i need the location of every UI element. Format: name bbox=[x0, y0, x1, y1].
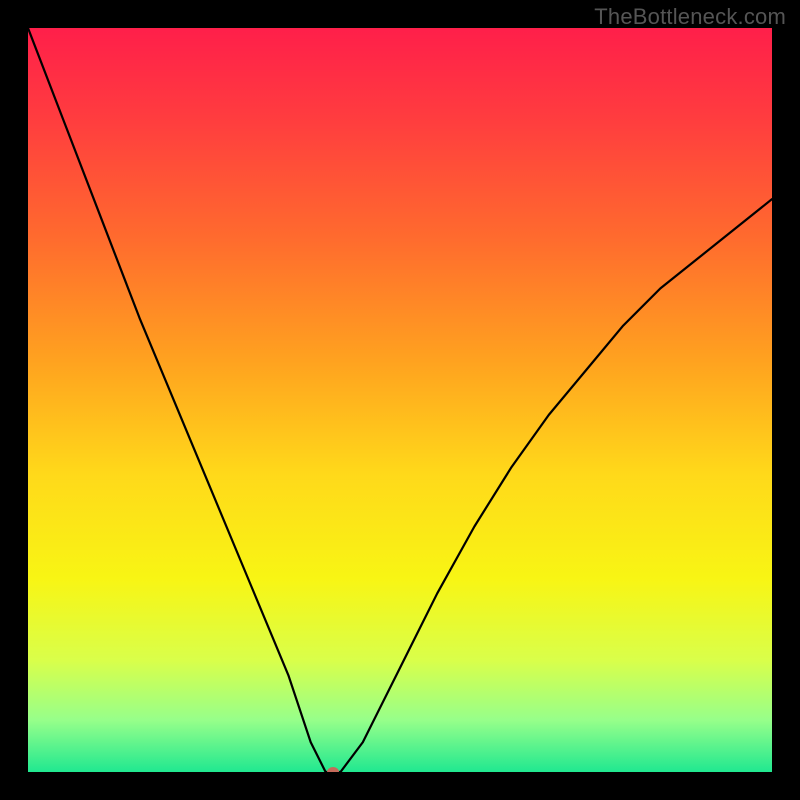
bottleneck-chart bbox=[28, 28, 772, 772]
chart-svg bbox=[28, 28, 772, 772]
plot-background bbox=[28, 28, 772, 772]
watermark-text: TheBottleneck.com bbox=[594, 4, 786, 30]
